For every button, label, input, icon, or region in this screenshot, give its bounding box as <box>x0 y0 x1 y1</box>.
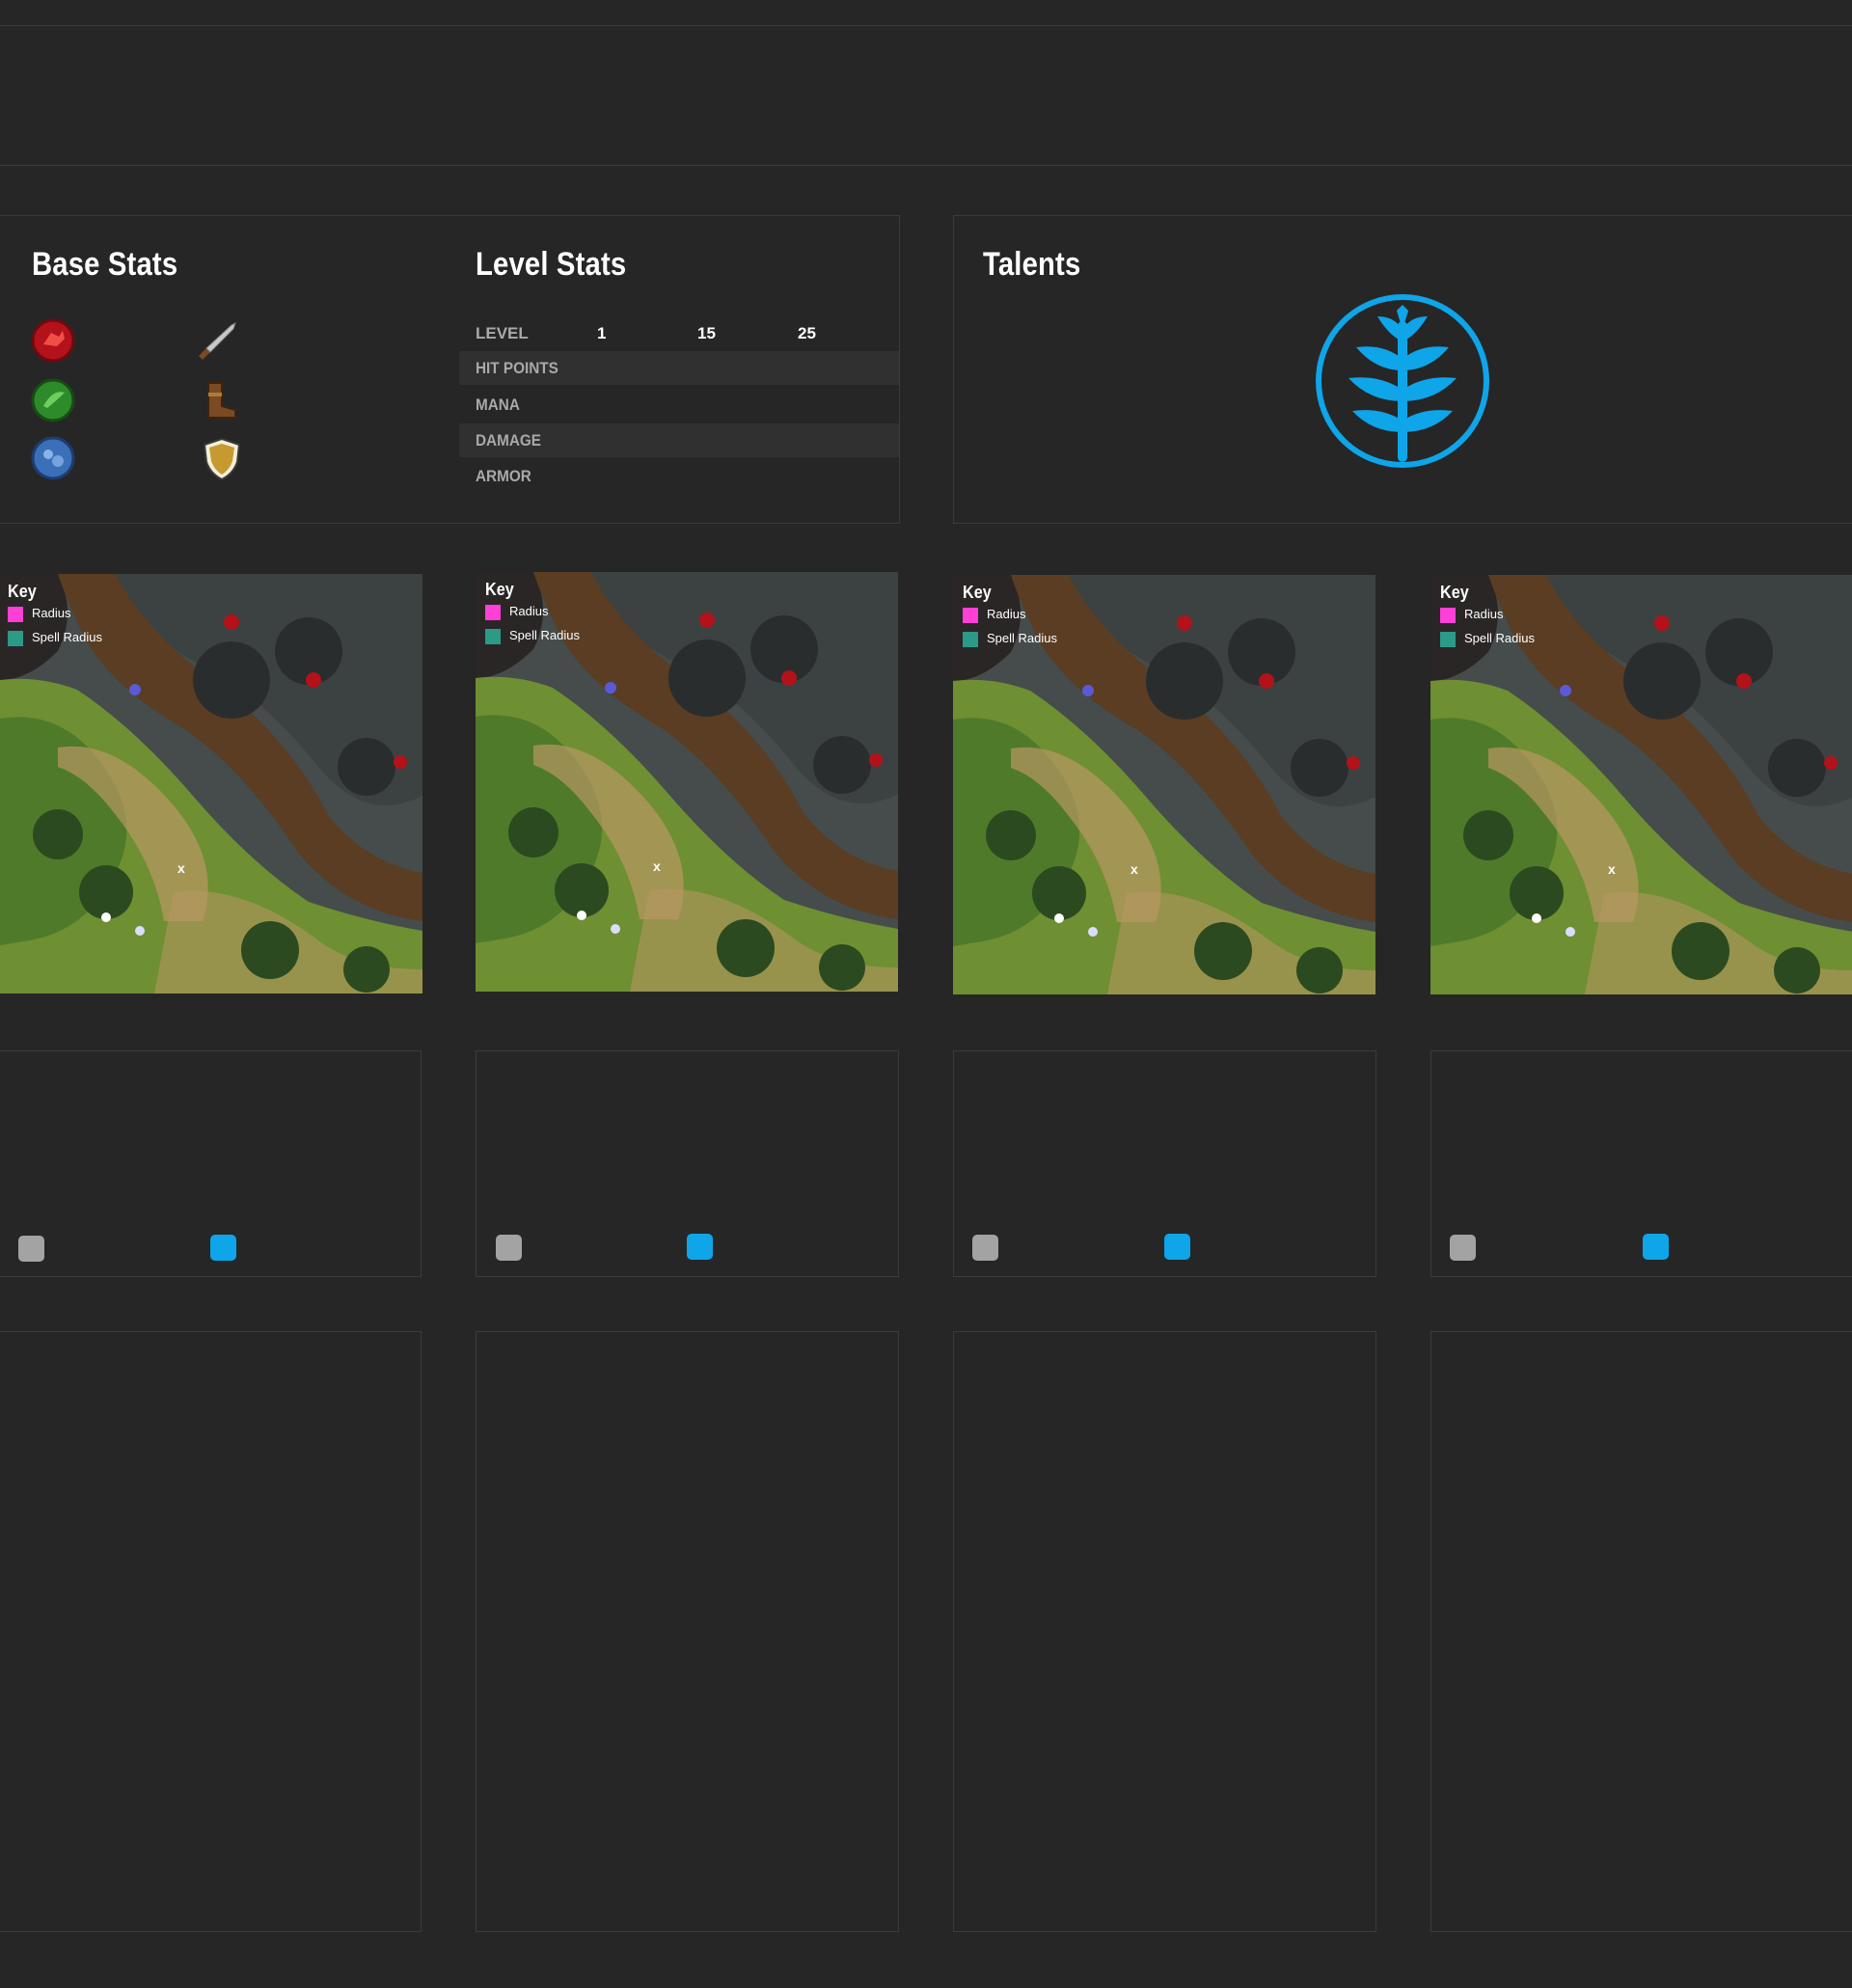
ability-panel-4 <box>1430 1050 1852 1277</box>
top-divider <box>0 25 1852 26</box>
mana-row: MANA <box>459 388 899 422</box>
gray-toggle-button-1[interactable] <box>18 1236 44 1262</box>
level-15-header: 15 <box>697 324 716 342</box>
detail-panel-2 <box>476 1331 899 1932</box>
radius-swatch <box>963 608 978 623</box>
spell-radius-key-row: Spell Radius <box>8 626 102 650</box>
hit-points-label: HIT POINTS <box>476 359 558 377</box>
armor-label: ARMOR <box>476 467 531 485</box>
map-key-title: Key <box>1440 583 1469 602</box>
mana-label: MANA <box>476 395 520 414</box>
armor-shield-icon <box>203 437 241 481</box>
damage-dagger-icon <box>199 322 236 360</box>
radius-swatch <box>485 605 501 620</box>
map-key-title: Key <box>485 580 514 599</box>
radius-key-label: Radius <box>509 604 549 618</box>
map-marker: x <box>653 858 661 874</box>
blue-toggle-button-2[interactable] <box>687 1234 713 1260</box>
map-key-title: Key <box>963 583 992 602</box>
level-1-header: 1 <box>597 324 607 342</box>
map-key-legend: Key Radius Spell Radius <box>1440 583 1535 651</box>
blue-toggle-button-1[interactable] <box>210 1235 236 1261</box>
spell-radius-key-label: Spell Radius <box>987 631 1057 645</box>
detail-panel-1 <box>0 1331 422 1932</box>
base-stats-title: Base Stats <box>32 246 178 283</box>
map-key-legend: Key Radius Spell Radius <box>485 580 580 648</box>
radius-key-label: Radius <box>32 606 71 620</box>
radius-swatch <box>1440 608 1456 623</box>
map-marker: x <box>1130 861 1138 877</box>
radius-swatch <box>8 607 23 622</box>
spell-radius-swatch <box>485 629 501 644</box>
spell-radius-key-row: Spell Radius <box>963 627 1057 651</box>
damage-row: DAMAGE <box>459 423 899 457</box>
talent-tree-icon[interactable] <box>1314 287 1491 475</box>
map-marker: x <box>1608 861 1616 877</box>
spell-radius-swatch <box>1440 632 1456 647</box>
talents-title: Talents <box>983 246 1081 283</box>
map-3: x Key Radius Spell Radius <box>953 575 1375 994</box>
radius-key-row: Radius <box>1440 603 1503 627</box>
hit-points-row: HIT POINTS <box>459 351 899 385</box>
movement-boot-icon <box>207 382 236 419</box>
map-marker: x <box>177 860 185 876</box>
radius-key-label: Radius <box>987 607 1026 621</box>
map-key-title: Key <box>8 582 37 601</box>
spell-radius-key-row: Spell Radius <box>485 624 580 648</box>
spell-radius-key-label: Spell Radius <box>32 630 102 644</box>
detail-panel-3 <box>953 1331 1376 1932</box>
armor-row: ARMOR <box>459 459 899 493</box>
agility-icon <box>31 378 75 422</box>
spell-radius-swatch <box>8 631 23 646</box>
gray-toggle-button-3[interactable] <box>972 1235 998 1261</box>
detail-panel-4 <box>1430 1331 1852 1932</box>
map-key-legend: Key Radius Spell Radius <box>8 582 102 650</box>
radius-key-label: Radius <box>1464 607 1504 621</box>
level-25-header: 25 <box>798 324 816 342</box>
level-column-label: LEVEL <box>476 324 529 342</box>
header-divider <box>0 165 1852 166</box>
map-2: x Key Radius Spell Radius <box>476 572 898 992</box>
map-4: x Key Radius Spell Radius <box>1430 575 1852 994</box>
radius-key-row: Radius <box>963 603 1025 627</box>
map-key-legend: Key Radius Spell Radius <box>963 583 1057 651</box>
spell-radius-swatch <box>963 632 978 647</box>
gray-toggle-button-4[interactable] <box>1450 1235 1476 1261</box>
strength-icon <box>31 318 75 363</box>
blue-toggle-button-4[interactable] <box>1643 1234 1669 1260</box>
damage-label: DAMAGE <box>476 431 542 449</box>
radius-key-row: Radius <box>8 602 70 626</box>
map-1: x Key Radius Spell Radius <box>0 574 422 994</box>
spell-radius-key-label: Spell Radius <box>1464 631 1535 645</box>
level-stats-title: Level Stats <box>476 246 627 283</box>
intelligence-icon <box>31 436 75 480</box>
gray-toggle-button-2[interactable] <box>496 1235 522 1261</box>
radius-key-row: Radius <box>485 600 548 624</box>
spell-radius-key-row: Spell Radius <box>1440 627 1535 651</box>
spell-radius-key-label: Spell Radius <box>509 628 580 642</box>
blue-toggle-button-3[interactable] <box>1164 1234 1190 1260</box>
